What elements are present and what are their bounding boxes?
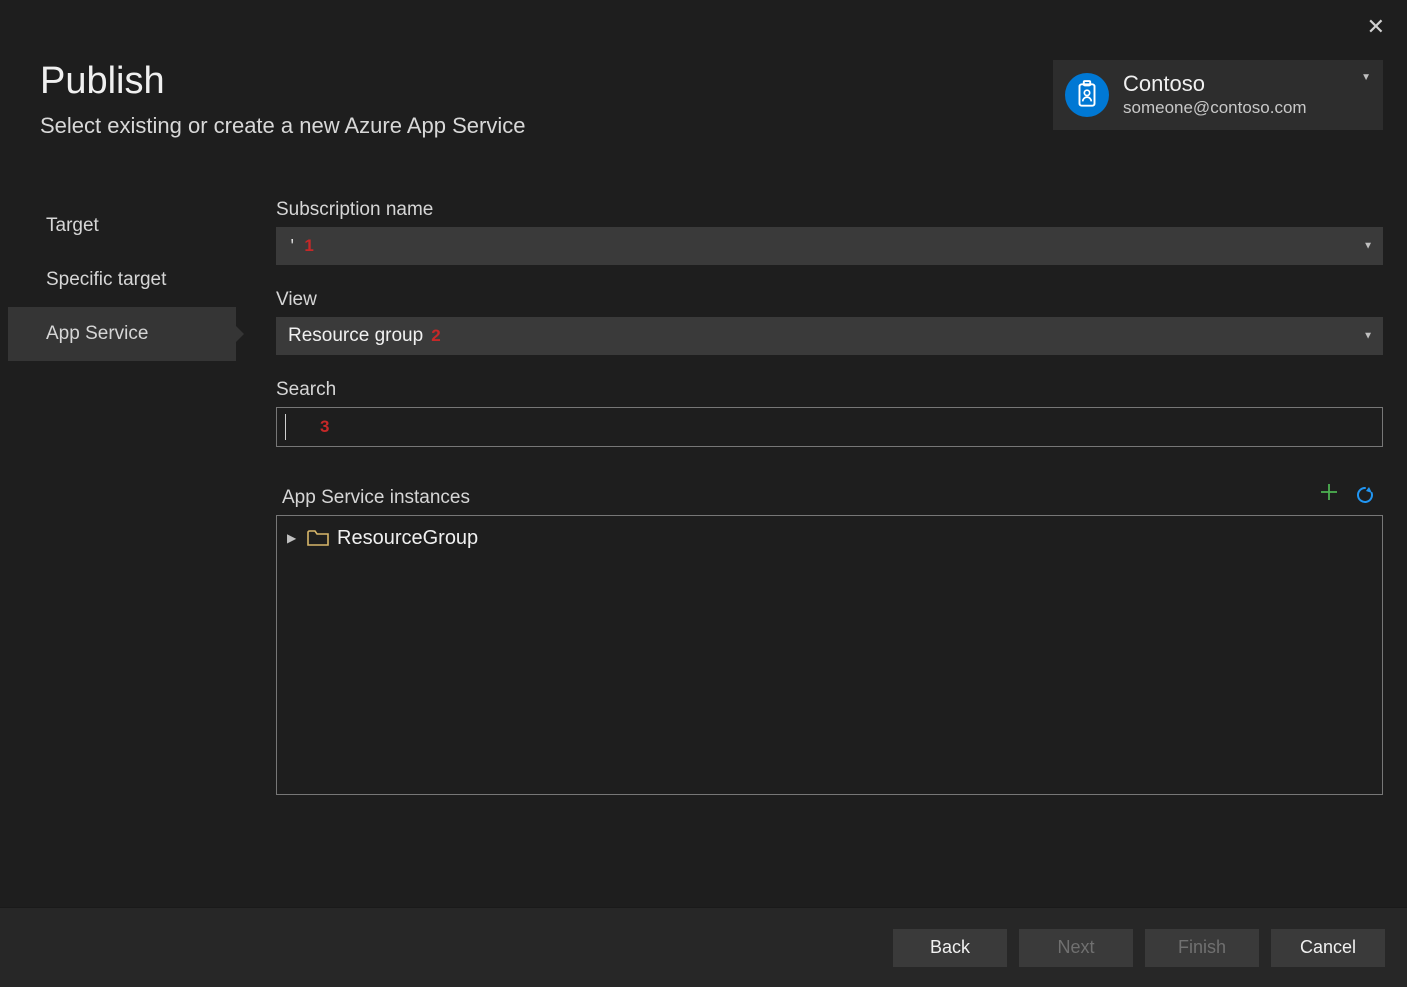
chevron-down-icon: ▼ (1363, 331, 1373, 342)
step-label: Specific target (46, 269, 166, 291)
step-label: Target (46, 215, 99, 237)
step-target[interactable]: Target (8, 199, 236, 253)
button-label: Cancel (1300, 937, 1356, 958)
subscription-dropdown[interactable]: ' 1 ▼ (276, 227, 1383, 265)
subscription-label: Subscription name (276, 199, 1383, 221)
instances-section: App Service instances (276, 481, 1383, 795)
plus-icon (1319, 482, 1339, 502)
account-email: someone@contoso.com (1123, 98, 1361, 118)
search-label: Search (276, 379, 1383, 401)
subscription-value: ' (288, 238, 296, 254)
back-button[interactable]: Back (893, 929, 1007, 967)
instances-header: App Service instances (276, 481, 1383, 509)
account-badge-icon (1065, 73, 1109, 117)
refresh-icon (1355, 485, 1375, 505)
instances-label: App Service instances (276, 487, 470, 509)
step-label: App Service (46, 323, 148, 345)
wizard-steps: Target Specific target App Service (0, 199, 236, 877)
dialog-body: Target Specific target App Service Subsc… (0, 159, 1407, 877)
cancel-button[interactable]: Cancel (1271, 929, 1385, 967)
publish-dialog: ✕ Contoso someone@contoso.com ▼ Publish … (0, 0, 1407, 987)
chevron-down-icon: ▼ (1361, 72, 1371, 83)
folder-icon (307, 529, 329, 547)
account-picker[interactable]: Contoso someone@contoso.com ▼ (1053, 60, 1383, 130)
marker-1: 1 (304, 236, 313, 256)
chevron-down-icon: ▼ (1363, 241, 1373, 252)
view-dropdown[interactable]: Resource group 2 ▼ (276, 317, 1383, 355)
add-instance-button[interactable] (1319, 481, 1339, 509)
account-info: Contoso someone@contoso.com (1123, 72, 1361, 118)
button-label: Finish (1178, 937, 1226, 958)
button-label: Next (1057, 937, 1094, 958)
main-panel: Subscription name ' 1 ▼ View Resource gr… (236, 199, 1383, 877)
finish-button[interactable]: Finish (1145, 929, 1259, 967)
search-group: Search 3 (276, 379, 1383, 447)
close-button[interactable]: ✕ (1367, 16, 1385, 38)
account-name: Contoso (1123, 72, 1361, 96)
subscription-group: Subscription name ' 1 ▼ (276, 199, 1383, 265)
step-specific-target[interactable]: Specific target (8, 253, 236, 307)
view-value: Resource group (288, 325, 423, 347)
search-box[interactable]: 3 (276, 407, 1383, 447)
refresh-button[interactable] (1355, 485, 1375, 505)
expand-arrow-icon[interactable]: ▶ (287, 531, 299, 545)
instances-actions (1319, 481, 1383, 509)
close-icon: ✕ (1367, 14, 1385, 39)
step-app-service[interactable]: App Service (8, 307, 236, 361)
view-label: View (276, 289, 1383, 311)
instances-tree[interactable]: ▶ ResourceGroup (276, 515, 1383, 795)
view-group: View Resource group 2 ▼ (276, 289, 1383, 355)
tree-item-label: ResourceGroup (337, 527, 478, 550)
button-label: Back (930, 937, 970, 958)
next-button[interactable]: Next (1019, 929, 1133, 967)
marker-2: 2 (431, 326, 440, 346)
dialog-footer: Back Next Finish Cancel (0, 907, 1407, 987)
tree-item-resourcegroup[interactable]: ▶ ResourceGroup (287, 522, 1372, 554)
